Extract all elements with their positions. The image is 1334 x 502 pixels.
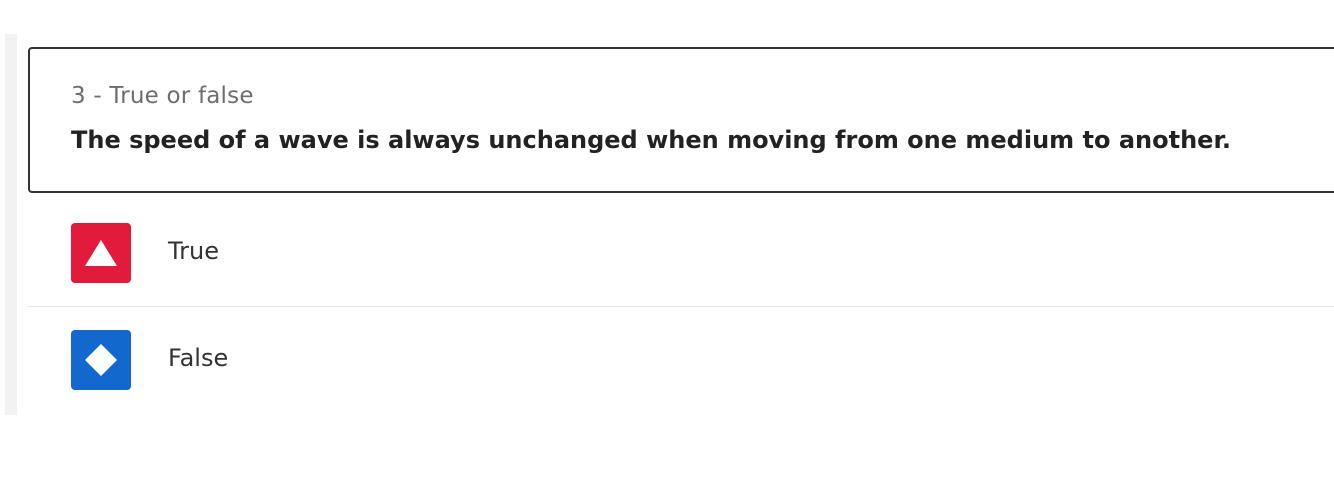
question-type-label: 3 - True or false (71, 83, 254, 109)
answer-option-false[interactable]: False (28, 307, 1334, 413)
answer-option-true[interactable]: True (28, 200, 1334, 306)
diamond-icon (71, 330, 131, 390)
question-text: The speed of a wave is always unchanged … (71, 126, 1231, 154)
answer-label-false: False (168, 344, 229, 372)
triangle-icon (71, 223, 131, 283)
answer-label-true: True (168, 237, 219, 265)
question-card: 3 - True or false The speed of a wave is… (28, 47, 1334, 193)
